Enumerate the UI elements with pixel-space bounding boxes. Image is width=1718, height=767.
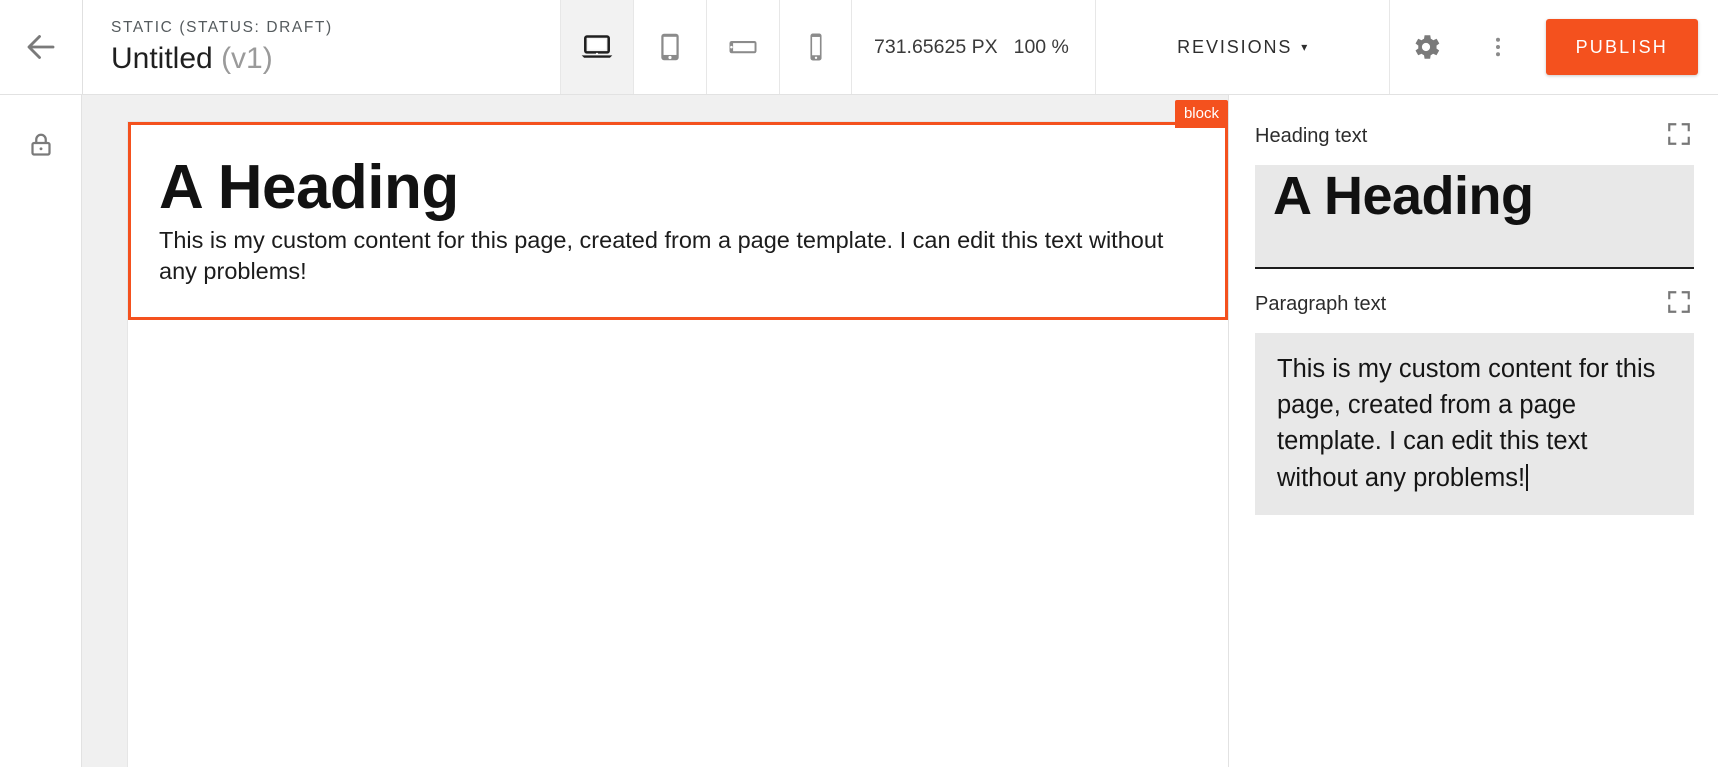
expand-paragraph-button[interactable] [1664,287,1694,322]
tablet-portrait-icon [652,29,688,65]
field-label-paragraph: Paragraph text [1255,293,1386,316]
expand-heading-button[interactable] [1664,119,1694,154]
page-version: (v1) [221,42,273,75]
gear-icon [1409,30,1443,64]
document-status-label: STATIC (STATUS: DRAFT) [111,17,560,39]
app-root: STATIC (STATUS: DRAFT) Untitled (v1) [0,0,1718,767]
device-button-mobile[interactable] [779,0,852,94]
lock-button[interactable] [13,117,69,173]
page-title: Untitled (v1) [111,40,560,78]
laptop-icon [579,29,615,65]
more-options-button[interactable] [1462,0,1534,94]
field-group-paragraph: Paragraph text This is my custom content… [1255,287,1694,515]
field-group-heading: Heading text A Heading [1255,119,1694,269]
kebab-menu-icon [1485,32,1511,62]
canvas-area[interactable]: block A Heading This is my custom conten… [82,95,1228,767]
text-cursor [1526,464,1528,491]
heading-text-input[interactable]: A Heading [1255,165,1694,269]
viewport-info: 731.65625 PX 100 % [852,0,1096,94]
block-paragraph-text[interactable]: This is my custom content for this page,… [159,225,1169,287]
mobile-icon [798,29,834,65]
chevron-down-icon: ▾ [1301,40,1307,54]
expand-icon [1666,289,1692,315]
properties-panel: Heading text A Heading Paragraph text [1228,95,1718,767]
device-button-tablet-portrait[interactable] [633,0,706,94]
page-title-text: Untitled [111,42,213,75]
zoom-level-value[interactable]: 100 % [1014,36,1069,59]
field-label-heading: Heading text [1255,125,1367,148]
block-badge: block [1175,100,1228,128]
page-wrapper: block A Heading This is my custom conten… [128,95,1228,767]
revisions-label: REVISIONS [1177,37,1292,58]
paragraph-text-value: This is my custom content for this page,… [1277,355,1662,492]
page-sheet: block A Heading This is my custom conten… [128,122,1228,767]
device-button-laptop[interactable] [560,0,633,94]
field-header-paragraph: Paragraph text [1255,287,1694,321]
device-preview-group [560,0,852,94]
editor-body: block A Heading This is my custom conten… [0,95,1718,767]
arrow-left-icon [23,29,59,65]
settings-button[interactable] [1390,0,1462,94]
paragraph-text-input[interactable]: This is my custom content for this page,… [1255,333,1694,515]
expand-icon [1666,121,1692,147]
block-heading-text[interactable]: A Heading [159,155,1197,221]
top-toolbar: STATIC (STATUS: DRAFT) Untitled (v1) [0,0,1718,95]
publish-button[interactable]: PUBLISH [1546,19,1698,75]
left-rail [0,95,82,767]
document-title-block: STATIC (STATUS: DRAFT) Untitled (v1) [82,0,560,94]
back-button[interactable] [0,0,82,94]
field-header-heading: Heading text [1255,119,1694,153]
publish-container: PUBLISH [1534,0,1718,94]
device-button-tablet-landscape[interactable] [706,0,779,94]
viewport-width-value[interactable]: 731.65625 PX [874,36,998,59]
selected-block[interactable]: block A Heading This is my custom conten… [128,122,1228,320]
revisions-dropdown[interactable]: REVISIONS ▾ [1096,0,1390,94]
tablet-landscape-icon [725,29,761,65]
lock-icon [26,130,56,160]
